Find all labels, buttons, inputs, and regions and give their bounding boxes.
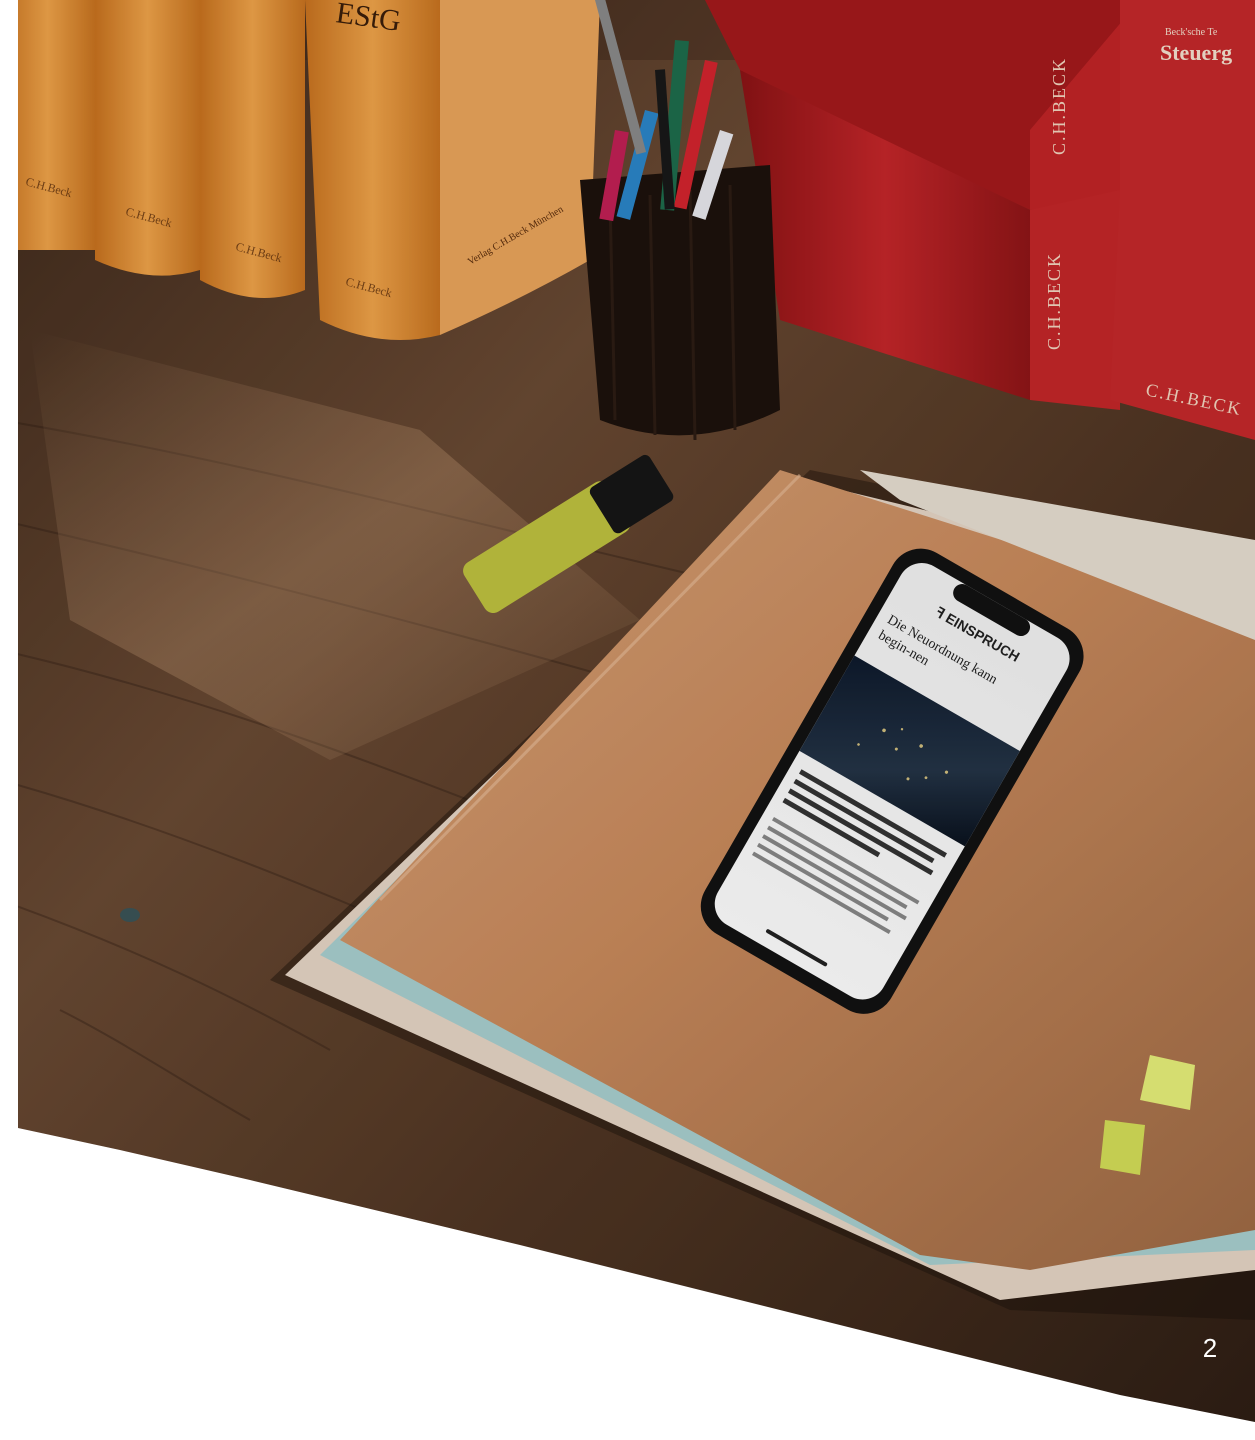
office-desk-photo: C.H.Beck C.H.Beck C.H.Beck C.H.Beck EStG…: [18, 0, 1255, 1422]
slide: C.H.Beck C.H.Beck C.H.Beck C.H.Beck EStG…: [0, 0, 1255, 1440]
page-number: 2: [1202, 1333, 1218, 1363]
